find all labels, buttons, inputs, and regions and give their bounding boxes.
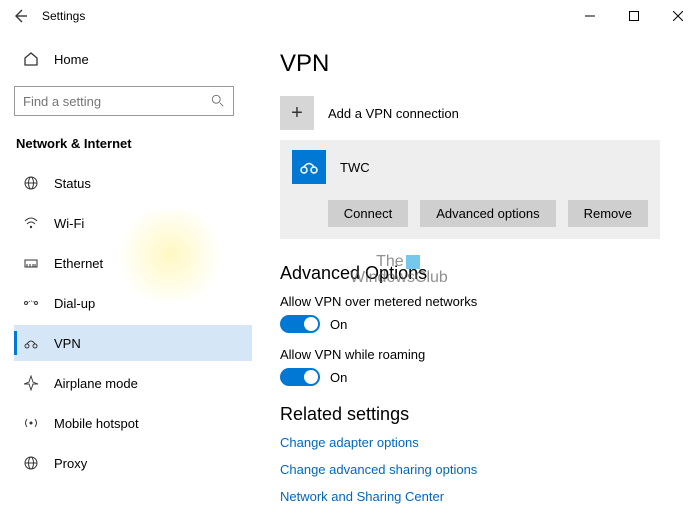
roaming-label: Allow VPN while roaming	[280, 347, 672, 362]
sidebar-item-dialup[interactable]: Dial-up	[14, 285, 252, 321]
add-vpn-label: Add a VPN connection	[328, 106, 459, 121]
main-content: VPN + Add a VPN connection TWC Connect A…	[252, 32, 700, 526]
sidebar-item-ethernet[interactable]: Ethernet	[14, 245, 252, 281]
roaming-toggle[interactable]	[280, 368, 320, 386]
related-heading: Related settings	[280, 404, 672, 425]
plus-icon: +	[280, 96, 314, 130]
sidebar-item-hotspot[interactable]: Mobile hotspot	[14, 405, 252, 441]
remove-button[interactable]: Remove	[568, 200, 648, 227]
vpn-icon	[22, 334, 40, 352]
vpn-connection-name: TWC	[340, 160, 370, 175]
globe-icon	[22, 174, 40, 192]
sidebar-home-label: Home	[54, 52, 89, 67]
page-title: VPN	[280, 50, 672, 78]
sidebar-item-label: Dial-up	[54, 296, 95, 311]
sidebar-item-vpn[interactable]: VPN	[14, 325, 252, 361]
vpn-connection-card[interactable]: TWC Connect Advanced options Remove	[280, 140, 660, 239]
close-button[interactable]	[656, 0, 700, 32]
metered-label: Allow VPN over metered networks	[280, 294, 672, 309]
advanced-options-button[interactable]: Advanced options	[420, 200, 555, 227]
home-icon	[22, 50, 40, 68]
sidebar-item-label: Proxy	[54, 456, 87, 471]
back-button[interactable]	[10, 6, 30, 26]
wifi-icon	[22, 214, 40, 232]
window-title: Settings	[42, 9, 85, 23]
sidebar-item-label: Ethernet	[54, 256, 103, 271]
search-input[interactable]	[23, 94, 211, 109]
advanced-options-heading: Advanced Options	[280, 263, 672, 284]
sidebar-item-label: Mobile hotspot	[54, 416, 139, 431]
sidebar-item-label: Status	[54, 176, 91, 191]
minimize-button[interactable]	[568, 0, 612, 32]
hotspot-icon	[22, 414, 40, 432]
sidebar-item-label: Wi-Fi	[54, 216, 84, 231]
ethernet-icon	[22, 254, 40, 272]
sidebar-home[interactable]: Home	[14, 42, 252, 76]
link-network-center[interactable]: Network and Sharing Center	[280, 489, 672, 504]
vpn-connection-icon	[292, 150, 326, 184]
metered-toggle[interactable]	[280, 315, 320, 333]
maximize-button[interactable]	[612, 0, 656, 32]
sidebar-item-wifi[interactable]: Wi-Fi	[14, 205, 252, 241]
roaming-state: On	[330, 370, 347, 385]
search-box[interactable]	[14, 86, 234, 116]
dialup-icon	[22, 294, 40, 312]
search-icon	[211, 94, 225, 108]
sidebar-item-status[interactable]: Status	[14, 165, 252, 201]
add-vpn-connection[interactable]: + Add a VPN connection	[280, 96, 672, 130]
link-sharing-options[interactable]: Change advanced sharing options	[280, 462, 672, 477]
sidebar: Home Network & Internet Status Wi-Fi Eth…	[0, 32, 252, 526]
sidebar-item-label: Airplane mode	[54, 376, 138, 391]
metered-state: On	[330, 317, 347, 332]
sidebar-section-header: Network & Internet	[14, 126, 252, 161]
sidebar-item-label: VPN	[54, 336, 81, 351]
sidebar-item-airplane[interactable]: Airplane mode	[14, 365, 252, 401]
airplane-icon	[22, 374, 40, 392]
connect-button[interactable]: Connect	[328, 200, 408, 227]
titlebar: Settings	[0, 0, 700, 32]
link-adapter-options[interactable]: Change adapter options	[280, 435, 672, 450]
sidebar-item-proxy[interactable]: Proxy	[14, 445, 252, 481]
proxy-icon	[22, 454, 40, 472]
